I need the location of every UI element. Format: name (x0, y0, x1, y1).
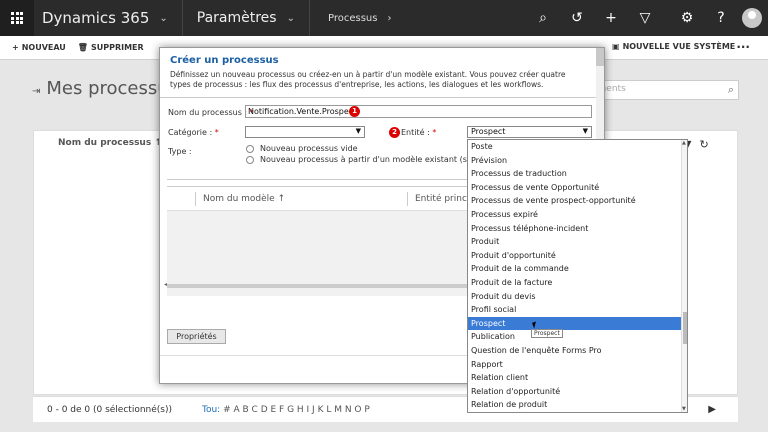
dropdown-option[interactable]: Processus de traduction (468, 167, 687, 181)
dropdown-option[interactable]: Produit de la facture (468, 276, 687, 290)
name-label: Nom du processus : * (168, 108, 254, 117)
new-system-view-label: NOUVELLE VUE SYSTÈME (622, 42, 736, 51)
filter-all[interactable]: Tou: (202, 405, 220, 415)
radio-empty-label: Nouveau processus vide (260, 144, 358, 153)
trash-icon: 🗑 (77, 43, 88, 52)
radio-button[interactable] (246, 155, 254, 164)
app-launcher-icon[interactable] (0, 0, 34, 36)
search-icon[interactable]: ⌕ (728, 83, 734, 97)
chevron-down-icon[interactable]: ⌄ (159, 13, 167, 24)
more-commands-icon[interactable]: ··· (736, 40, 750, 54)
next-page-icon[interactable]: ▶ (708, 404, 716, 415)
grid-column-header[interactable]: Nom du processus ↑ (58, 138, 162, 148)
dropdown-option[interactable]: Profil social (468, 303, 687, 317)
dropdown-option[interactable]: Publication (468, 330, 687, 344)
dropdown-option[interactable]: Relation de produit (468, 398, 687, 412)
dropdown-option[interactable]: Processus téléphone-incident (468, 222, 687, 236)
divider (160, 97, 596, 98)
plus-icon[interactable]: + (594, 10, 628, 26)
entity-label: Entité : * (401, 128, 437, 137)
dropdown-option[interactable]: Produit d'opportunité (468, 249, 687, 263)
divider (181, 0, 183, 36)
tooltip: Prospect (531, 329, 563, 338)
breadcrumb[interactable]: Processus (328, 13, 377, 24)
dropdown-option[interactable]: Prospect (468, 316, 687, 331)
dialog-title: Créer un processus (170, 55, 279, 66)
chevron-down-icon[interactable]: ⌄ (287, 13, 295, 24)
refresh-icon[interactable]: ↻ (699, 138, 708, 151)
column-template-name[interactable]: Nom du modèle ↑ (203, 194, 285, 204)
area-title[interactable]: Paramètres (197, 10, 277, 26)
dropdown-option[interactable]: Poste (468, 140, 687, 154)
dropdown-arrow-icon: ▼ (582, 127, 588, 135)
plus-icon: + (12, 43, 19, 52)
dropdown-option[interactable]: Rapport (468, 358, 687, 372)
top-navigation-bar: Dynamics 365 ⌄ Paramètres ⌄ Processus › … (0, 0, 768, 36)
category-label: Catégorie : * (168, 128, 219, 137)
scroll-down-icon[interactable]: ▼ (682, 406, 686, 412)
dropdown-option[interactable]: Relation client (468, 371, 687, 385)
new-label: NOUVEAU (21, 43, 66, 52)
radio-button[interactable] (246, 144, 254, 153)
new-system-view-button[interactable]: ▣ NOUVELLE VUE SYSTÈME (612, 42, 735, 51)
record-count: 0 - 0 de 0 (0 sélectionné(s)) (47, 404, 172, 415)
gear-icon[interactable]: ⚙ (670, 10, 704, 26)
filter-icon[interactable]: ▽ (628, 10, 662, 26)
dropdown-option[interactable]: Question de l'enquête Forms Pro (468, 344, 687, 358)
dropdown-option[interactable]: Processus de vente Opportunité (468, 181, 687, 195)
search-icon[interactable]: ⌕ (526, 10, 560, 26)
filter-letters[interactable]: # A B C D E F G H I J K L M N O P (223, 405, 370, 415)
horizontal-scrollbar[interactable] (167, 284, 467, 288)
dropdown-option[interactable]: Prévision (468, 154, 687, 168)
dropdown-option[interactable]: Relation d'opportunité (468, 385, 687, 399)
properties-button[interactable]: Propriétés (167, 329, 226, 344)
dropdown-option[interactable]: Processus expiré (468, 208, 687, 222)
step-badge-1: 1 (349, 106, 360, 117)
category-select[interactable]: ▼ (245, 126, 365, 138)
type-label: Type : (168, 147, 192, 156)
pin-icon[interactable]: ⇥ (32, 86, 40, 97)
app-name[interactable]: Dynamics 365 (42, 9, 149, 27)
search-input[interactable]: ements ⌕ (585, 80, 739, 100)
new-button[interactable]: + NOUVEAU (12, 43, 66, 52)
delete-label: SUPPRIMER (90, 43, 144, 52)
delete-button[interactable]: 🗑 SUPPRIMER (78, 43, 144, 52)
dropdown-option[interactable]: Processus de vente prospect-opportunité (468, 194, 687, 208)
dialog-description: Définissez un nouveau processus ou créez… (170, 70, 566, 89)
alpha-filter[interactable]: Tou: # A B C D E F G H I J K L M N O P (202, 405, 370, 415)
radio-new-empty[interactable]: Nouveau processus vide (246, 144, 358, 153)
scroll-up-icon[interactable]: ▲ (682, 140, 686, 146)
history-icon[interactable]: ↺ (560, 10, 594, 26)
dropdown-arrow-icon: ▼ (355, 127, 361, 135)
process-name-input[interactable]: Notification.Vente.Prospect (245, 105, 592, 118)
user-avatar[interactable] (742, 8, 762, 28)
dropdown-option[interactable]: Produit de la commande (468, 262, 687, 276)
chevron-right-icon[interactable]: › (387, 13, 391, 24)
help-icon[interactable]: ? (704, 10, 738, 26)
entity-dropdown-list[interactable]: Poste Prévision Processus de traduction Pro… (467, 139, 688, 413)
step-badge-2: 2 (389, 127, 400, 138)
page-title: ⇥ Mes processus (32, 78, 178, 99)
divider (308, 0, 310, 36)
dropdown-option[interactable]: Produit du devis (468, 290, 687, 304)
view-icon: ▣ (612, 42, 620, 51)
dropdown-scrollbar[interactable]: ▲ ▼ (681, 140, 687, 412)
dropdown-option[interactable]: Produit (468, 235, 687, 249)
entity-select[interactable]: Prospect ▼ (467, 126, 592, 138)
